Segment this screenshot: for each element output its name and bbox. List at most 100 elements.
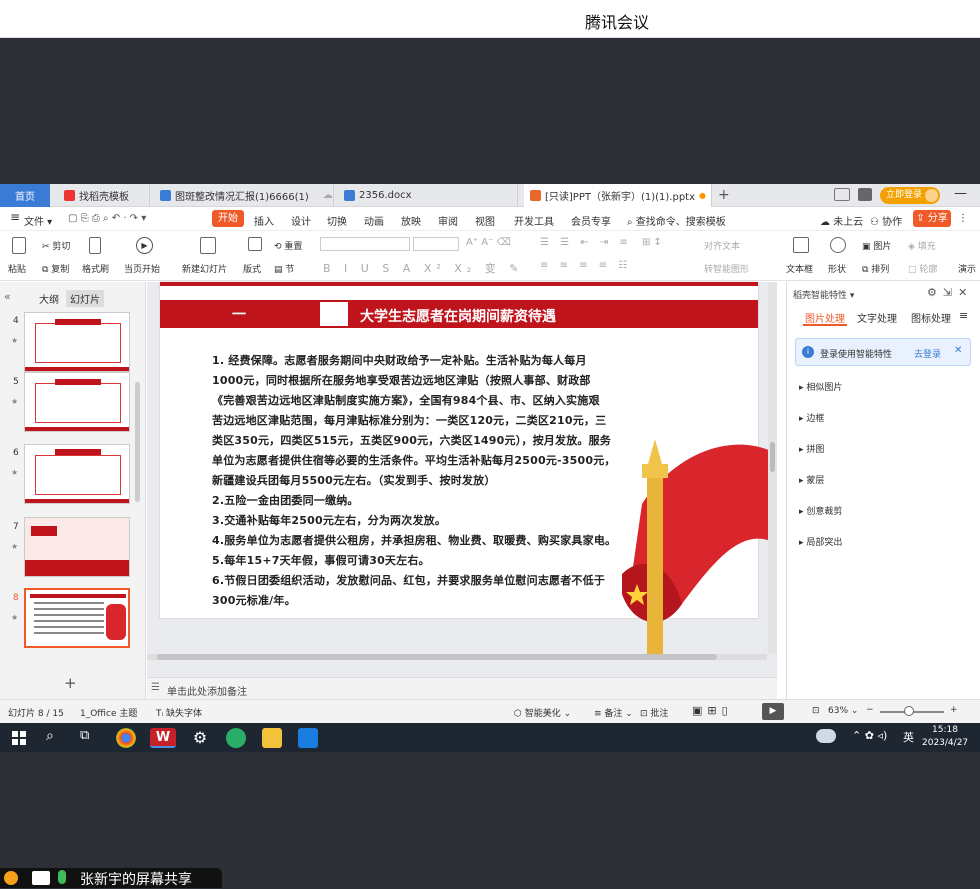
- font-grow-shrink-icons[interactable]: A⁺ A⁻ ⌫: [466, 237, 511, 248]
- paste-icon[interactable]: [12, 237, 26, 254]
- menu-animation[interactable]: 动画: [364, 213, 384, 228]
- slide-thumbnail-8[interactable]: [24, 588, 130, 648]
- list-icons[interactable]: ☰ ☰ ⇤ ⇥ ≡: [540, 237, 632, 248]
- menu-design[interactable]: 设计: [291, 213, 311, 228]
- chrome-icon[interactable]: [116, 728, 136, 748]
- menu-insert[interactable]: 插入: [254, 213, 274, 228]
- tab-image-processing[interactable]: 图片处理: [805, 310, 845, 325]
- textbox-icon[interactable]: [793, 237, 809, 253]
- add-slide-button[interactable]: +: [64, 674, 77, 692]
- fill-button[interactable]: ◈ 填充: [908, 239, 936, 252]
- format-painter-icon[interactable]: [89, 237, 101, 254]
- menu-review[interactable]: 审阅: [438, 213, 458, 228]
- vertical-scrollbar[interactable]: [768, 282, 777, 654]
- collapse-pane-icon[interactable]: «: [4, 290, 11, 303]
- notes-toggle-button[interactable]: ≡ 备注 ⌄: [594, 706, 633, 719]
- layout-button[interactable]: 版式: [243, 262, 261, 275]
- cut-button[interactable]: ✂ 剪切: [42, 239, 70, 252]
- missing-font-button[interactable]: Tᵢ 缺失字体: [156, 706, 202, 719]
- tab-docx[interactable]: 2356.docx: [338, 184, 518, 207]
- shape-icon[interactable]: [830, 237, 846, 253]
- menu-member[interactable]: 会员专享: [571, 213, 611, 228]
- collab-button[interactable]: ⚇ 协作: [870, 213, 902, 228]
- tab-pptx[interactable]: [只读]PPT（张新宇）(1)(1).pptx ●: [524, 184, 712, 207]
- zoom-slider-thumb[interactable]: [904, 706, 914, 716]
- copy-button[interactable]: ⧉ 复制: [42, 262, 69, 275]
- tray-icons[interactable]: ⌃ ✿ ◃): [852, 729, 887, 742]
- menu-developer[interactable]: 开发工具: [514, 213, 554, 228]
- align-text-button[interactable]: 对齐文本: [704, 239, 740, 252]
- feature-mask[interactable]: ▸ 蒙层: [799, 473, 824, 486]
- section-button[interactable]: ▤ 节: [274, 262, 294, 275]
- tab-report[interactable]: 图斑整改情况汇报(1)6666(1) ☁: [154, 184, 334, 207]
- login-link[interactable]: 去登录: [914, 347, 941, 360]
- menu-transition[interactable]: 切换: [327, 213, 347, 228]
- horizontal-scrollbar[interactable]: [147, 654, 767, 660]
- demo-button[interactable]: 演示: [958, 262, 976, 275]
- tab-icon-processing[interactable]: 图标处理: [911, 310, 951, 325]
- smart-shape-button[interactable]: 转智能图形: [704, 262, 749, 275]
- tab-template[interactable]: 找稻壳模板: [58, 184, 150, 207]
- zoom-out-icon[interactable]: −: [866, 705, 874, 715]
- zoom-in-icon[interactable]: +: [950, 705, 958, 715]
- arrange-button[interactable]: ⧉ 排列: [862, 262, 889, 275]
- format-painter-button[interactable]: 格式刷: [82, 262, 109, 275]
- notes-area[interactable]: ☰ 单击此处添加备注: [147, 677, 777, 699]
- tab-text-processing[interactable]: 文字处理: [857, 310, 897, 325]
- shape-button[interactable]: 形状: [828, 262, 846, 275]
- pane-title[interactable]: 稻壳智能特性 ▾: [793, 288, 854, 301]
- ime-indicator[interactable]: 英: [903, 729, 914, 745]
- new-slide-button[interactable]: 新建幻灯片: [182, 262, 227, 275]
- start-menu-icon[interactable]: [12, 731, 26, 745]
- menu-view[interactable]: 视图: [475, 213, 495, 228]
- more-icon[interactable]: ⋮: [958, 213, 968, 224]
- new-tab-plus-icon[interactable]: +: [718, 187, 730, 203]
- hamburger-icon[interactable]: ≡: [10, 210, 20, 224]
- tab-slides[interactable]: 幻灯片: [66, 290, 104, 307]
- slide-thumbnail-4[interactable]: [24, 312, 130, 372]
- paste-button[interactable]: 粘贴: [8, 262, 26, 275]
- weather-icon[interactable]: [816, 729, 836, 743]
- thumbnail-scrollbar[interactable]: [135, 382, 140, 502]
- minimize-icon[interactable]: —: [954, 186, 967, 201]
- textbox-button[interactable]: 文本框: [786, 262, 813, 275]
- login-button[interactable]: 立即登录: [880, 187, 940, 204]
- font-size-select[interactable]: [413, 237, 459, 251]
- share-button[interactable]: ⇪ 分享: [913, 210, 951, 227]
- reset-button[interactable]: ⟲ 重置: [274, 239, 302, 252]
- grid-apps-icon[interactable]: [858, 188, 872, 201]
- picture-button[interactable]: ▣ 图片: [862, 239, 891, 252]
- align-icons[interactable]: ≡ ≡ ≡ ≡ ☷: [540, 260, 631, 271]
- slide-thumbnail-6[interactable]: [24, 444, 130, 504]
- menu-slideshow[interactable]: 放映: [401, 213, 421, 228]
- fit-window-icon[interactable]: ⊡: [812, 706, 820, 716]
- file-explorer-icon[interactable]: [262, 728, 282, 748]
- new-slide-icon[interactable]: [200, 237, 216, 254]
- font-family-select[interactable]: [320, 237, 410, 251]
- wps-icon[interactable]: W: [150, 728, 176, 748]
- tab-home[interactable]: 首页: [0, 184, 50, 207]
- feature-collage[interactable]: ▸ 拼图: [799, 442, 824, 455]
- feature-border[interactable]: ▸ 边框: [799, 411, 824, 424]
- tab-outline[interactable]: 大纲: [39, 291, 59, 306]
- search-icon[interactable]: ⌕: [46, 728, 54, 744]
- view-mode-icons[interactable]: ▣⊞▯: [692, 704, 733, 717]
- pane-controls-icons[interactable]: ⚙⇲✕: [927, 286, 973, 299]
- command-search[interactable]: ⌕ 查找命令、搜索模板: [627, 213, 726, 228]
- quick-access-icons[interactable]: ▢ ⎘ ⎙ ⌕ ↶ · ↷ ▾: [68, 213, 146, 224]
- smart-beautify-button[interactable]: ⬡ 智能美化 ⌄: [514, 706, 571, 719]
- menu-file[interactable]: 文件 ▾: [24, 213, 52, 228]
- window-layout-icon[interactable]: [834, 188, 850, 201]
- text-direction-icons[interactable]: ⊞ ↕: [642, 237, 662, 248]
- pane-menu-icon[interactable]: ≡: [959, 309, 968, 322]
- slideshow-play-button[interactable]: ▶: [762, 703, 784, 720]
- zoom-level[interactable]: 63% ⌄: [828, 706, 858, 716]
- font-style-icons[interactable]: B I U S A X² X₂ 变 ✎: [323, 260, 523, 276]
- feature-similar-images[interactable]: ▸ 相似图片: [799, 380, 842, 393]
- settings-icon[interactable]: ⚙: [190, 728, 210, 748]
- comment-button[interactable]: ⊡ 批注: [640, 706, 668, 719]
- layout-icon[interactable]: [248, 237, 262, 251]
- slide-thumbnail-7[interactable]: [24, 517, 130, 577]
- slide-thumbnail-5[interactable]: [24, 372, 130, 432]
- cloud-status[interactable]: ☁ 未上云: [820, 213, 863, 228]
